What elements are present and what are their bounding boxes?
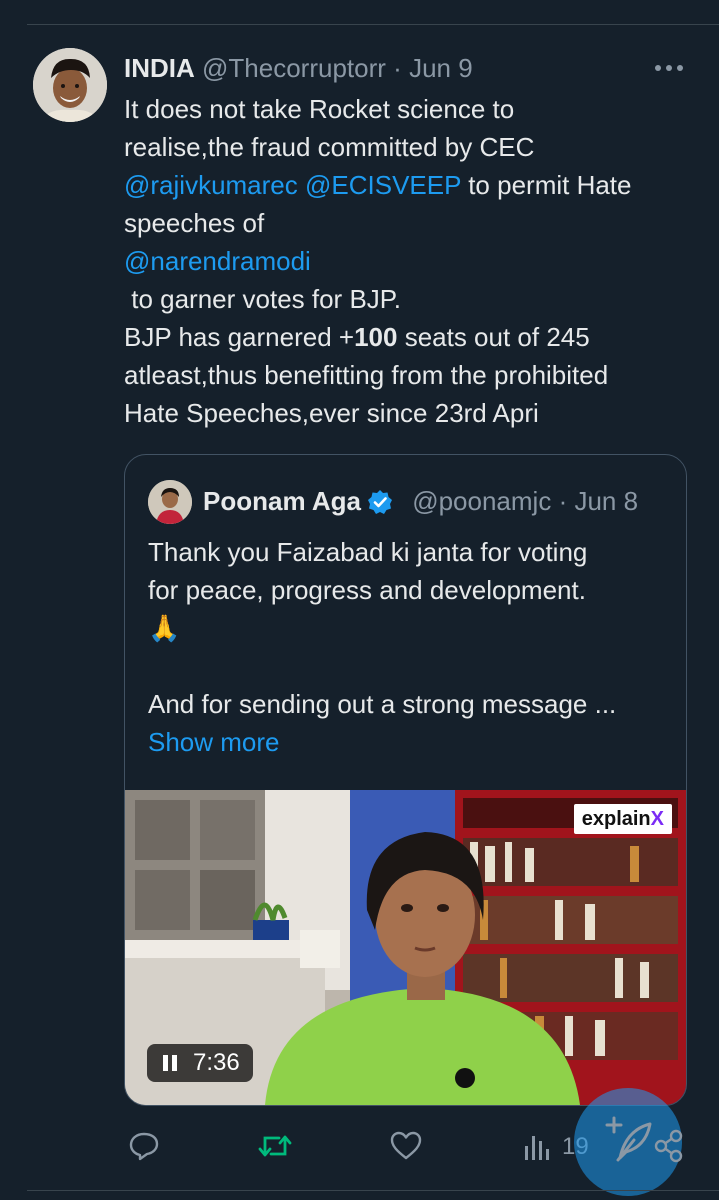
share-icon[interactable] — [654, 1128, 684, 1164]
tweet-line: to garner votes for BJP. — [124, 280, 704, 318]
tweet-header: INDIA @Thecorruptorr · Jun 9 — [124, 50, 473, 86]
author-avatar-image — [33, 48, 107, 122]
pause-icon[interactable] — [161, 1054, 179, 1072]
tweet-date[interactable]: Jun 9 — [409, 53, 473, 83]
author-handle[interactable]: @Thecorruptorr — [202, 53, 386, 83]
tweet-text-fragment: to garner votes for BJP. — [124, 284, 401, 314]
quoted-tweet-text: Thank you Faizabad ki janta for voting f… — [148, 533, 668, 761]
quoted-author-name[interactable]: Poonam Aga — [203, 486, 361, 516]
quoted-blank-line — [148, 647, 668, 685]
explainx-brand-badge: explainX — [573, 804, 672, 834]
quoted-tweet-card[interactable]: Poonam Aga @poonamjc · Jun 8 Thank you F… — [124, 454, 687, 1106]
tweet-line: BJP has garnered +100 seats out of 245 — [124, 318, 704, 356]
tweet-line: It does not take Rocket science to — [124, 94, 515, 124]
tweet-text-fragment: seats out of 245 — [397, 322, 590, 352]
header-separator: · — [393, 53, 402, 83]
retweet-icon[interactable] — [257, 1128, 293, 1164]
quoted-avatar-image — [148, 480, 192, 524]
tweet-text-fragment: BJP has garnered + — [124, 322, 355, 352]
tweet-text-fragment: to permit Hate — [460, 170, 632, 200]
quoted-tweet-date[interactable]: Jun 8 — [574, 486, 638, 516]
verified-badge-icon — [367, 490, 392, 514]
tweet-line: Hate Speeches,ever since 23rd Apri — [124, 398, 539, 428]
video-duration: 7:36 — [193, 1049, 240, 1076]
author-avatar[interactable] — [33, 48, 107, 122]
like-icon[interactable] — [389, 1128, 423, 1164]
video-player[interactable]: explainX 7:36 — [125, 790, 686, 1105]
tweet-line: @narendramodi — [124, 242, 704, 280]
quoted-line: for peace, progress and development. — [148, 575, 586, 605]
brand-prefix: explain — [581, 808, 651, 830]
video-duration-control[interactable]: 7:36 — [147, 1044, 253, 1082]
mention-link[interactable]: @rajivkumarec — [124, 170, 298, 200]
show-more-link[interactable]: Show more — [148, 723, 668, 761]
quoted-header-separator: · — [558, 486, 568, 516]
quoted-header: Poonam Aga @poonamjc · Jun 8 — [203, 483, 638, 519]
tweet-line: realise,the fraud committed by CEC — [124, 132, 535, 162]
bottom-divider — [27, 1190, 719, 1191]
author-name[interactable]: INDIA — [124, 53, 195, 83]
mention-link[interactable]: @ECISVEEP — [305, 170, 461, 200]
quoted-line: And for sending out a strong message ... — [148, 689, 617, 719]
tweet-line: speeches of — [124, 208, 265, 238]
brand-suffix: X — [650, 808, 664, 830]
views-icon[interactable] — [523, 1128, 551, 1164]
folded-hands-emoji: 🙏 — [148, 613, 181, 643]
quoted-author-handle[interactable]: @poonamjc — [412, 486, 551, 516]
more-dots-icon[interactable] — [652, 62, 686, 74]
mention-link[interactable]: @narendramodi — [124, 246, 311, 276]
quoted-author-avatar[interactable] — [148, 480, 192, 524]
reply-icon[interactable] — [128, 1128, 160, 1164]
quoted-line: Thank you Faizabad ki janta for voting — [148, 537, 588, 567]
tweet-line: atleast,thus benefitting from the prohib… — [124, 360, 609, 390]
tweet-line: @rajivkumarec @ECISVEEP to permit Hate — [124, 166, 704, 204]
top-divider — [27, 24, 719, 25]
tweet-text: It does not take Rocket science to reali… — [124, 90, 704, 432]
tweet-bold-number: 100 — [354, 322, 398, 352]
tweet-page: INDIA @Thecorruptorr · Jun 9 It does not… — [0, 0, 719, 1200]
